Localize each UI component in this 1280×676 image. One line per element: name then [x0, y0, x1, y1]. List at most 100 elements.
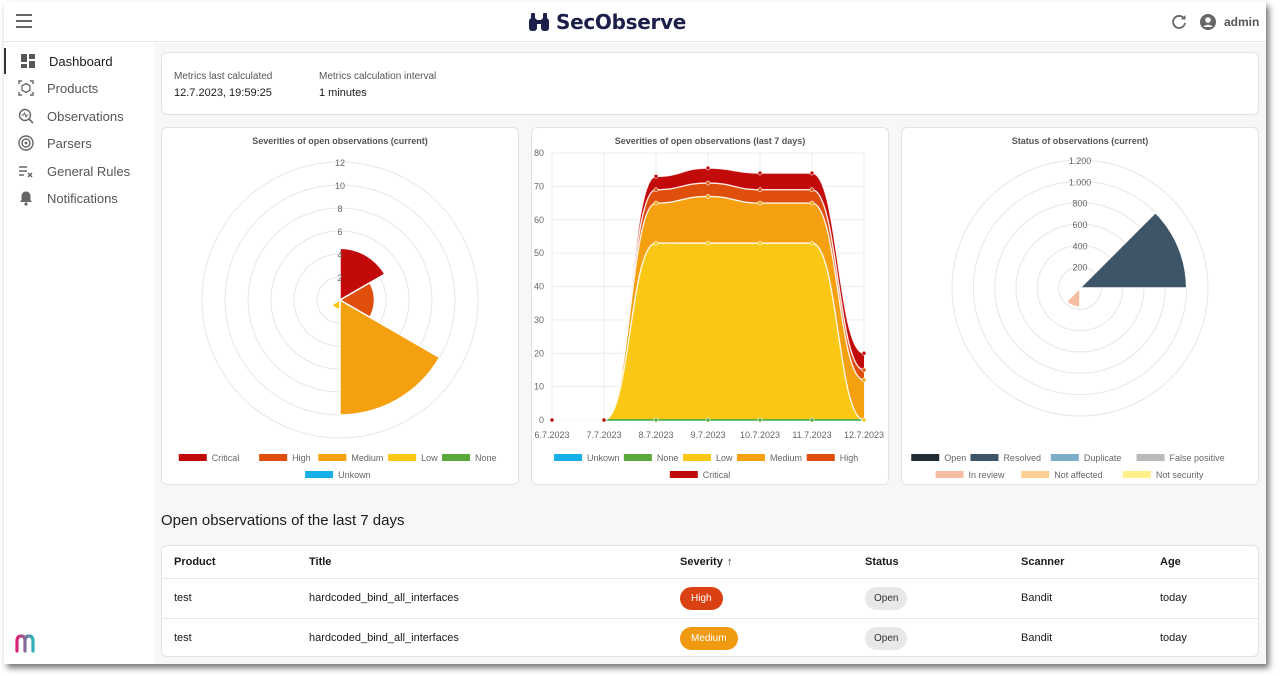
app-title: SecObserve	[556, 10, 687, 34]
radial-tick-label: 10	[335, 181, 345, 191]
column-header-severity[interactable]: Severity ↑	[668, 546, 853, 578]
app-window: SecObserve admin Dashboard Products Obse…	[4, 2, 1266, 664]
refresh-icon[interactable]	[1170, 13, 1188, 31]
table-header-row: Product Title Severity ↑ Status Scanner A…	[162, 546, 1258, 578]
radial-tick-label: 12	[335, 158, 345, 168]
severity-current-polar-chart: 2 4 6 8 10 12 Critical High Medium Low None Unkown	[178, 158, 497, 480]
slice-low	[331, 298, 341, 310]
status-current-polar-chart: 200 400 600 800 1.000 1.200 Open Resolved Duplic…	[911, 156, 1225, 480]
legend-label-high: High	[840, 453, 859, 463]
metrics-interval-value: 1 minutes	[319, 87, 367, 99]
legend-label-low: Low	[716, 453, 733, 463]
bell-icon	[20, 191, 32, 206]
sidebar-item-general-rules[interactable]: General Rules	[4, 158, 154, 184]
severity-badge: High	[680, 586, 723, 610]
point-critical	[705, 165, 711, 171]
column-header-title[interactable]: Title	[297, 546, 668, 578]
metrics-last-calculated-label: Metrics last calculated	[174, 71, 273, 82]
cell-title: hardcoded_bind_all_interfaces	[297, 577, 668, 618]
sidebar-item-products[interactable]: Products	[4, 75, 154, 101]
menu-icon[interactable]	[16, 14, 32, 28]
legend-label-none: None	[657, 453, 679, 463]
point-critical	[653, 174, 659, 179]
legend-swatch-high	[806, 454, 835, 461]
cell-age: today	[1148, 577, 1258, 618]
cell-product: test	[162, 577, 297, 618]
legend-swatch-not-affected	[1021, 471, 1050, 478]
point-medium	[861, 377, 867, 383]
legend-label-open: Open	[944, 453, 966, 463]
legend-swatch-unkown	[305, 471, 334, 478]
sidebar-item-observations[interactable]: Observations	[4, 103, 154, 129]
legend-swatch-medium	[736, 454, 765, 461]
legend-swatch-open	[911, 454, 940, 461]
point-none	[809, 417, 815, 423]
x-tick-label: 12.7.2023	[844, 430, 884, 440]
table-row[interactable]: test hardcoded_bind_all_interfaces Mediu…	[162, 617, 1258, 658]
y-tick-label: 40	[534, 282, 544, 292]
legend-label-in-review: In review	[969, 470, 1006, 480]
legend-swatch-medium	[318, 454, 347, 461]
radial-tick-label: 2	[337, 273, 342, 283]
column-header-scanner[interactable]: Scanner	[1009, 546, 1148, 578]
parsers-icon	[18, 135, 34, 151]
point-low	[757, 240, 763, 246]
legend-label-critical: Critical	[212, 453, 240, 463]
point-medium	[705, 194, 711, 199]
legend-label-not-security: Not security	[1156, 470, 1204, 480]
account-icon	[1200, 14, 1216, 30]
point-high	[809, 187, 815, 193]
y-tick-label: 80	[534, 148, 544, 158]
sidebar-item-label: Products	[47, 80, 99, 96]
cell-scanner: Bandit	[1009, 577, 1148, 618]
status-badge: Open	[865, 626, 908, 650]
x-tick-label: 7.7.2023	[586, 430, 621, 440]
sidebar-item-label: Dashboard	[49, 53, 113, 69]
severity-7days-area-chart: 0 10 20 30 40 50 60 70 80 6.7.2023 7.7.2023 8.7.202…	[534, 148, 884, 480]
legend-swatch-not-security	[1122, 471, 1151, 478]
point-none	[757, 417, 763, 423]
cell-status: Open	[853, 617, 1009, 658]
user-name: admin	[1224, 15, 1260, 29]
radial-tick-label: 800	[1072, 199, 1087, 209]
point-low	[809, 240, 815, 246]
point-medium	[757, 200, 763, 206]
column-header-product[interactable]: Product	[162, 546, 297, 578]
y-tick-label: 20	[534, 348, 544, 358]
x-tick-label: 9.7.2023	[690, 430, 725, 440]
metrics-interval-label: Metrics calculation interval	[319, 71, 437, 82]
legend-swatch-none	[442, 454, 471, 461]
section-title: Open observations of the last 7 days	[161, 512, 405, 529]
table-row[interactable]: test hardcoded_bind_all_interfaces High …	[162, 577, 1258, 618]
column-header-status[interactable]: Status	[853, 546, 1009, 578]
sidebar: Dashboard Products Observations Parsers …	[4, 43, 154, 664]
user-menu[interactable]: admin	[1199, 13, 1259, 31]
status-current-chart-card: Status of observations (current) 200 400 6…	[901, 127, 1259, 485]
radial-tick-label: 600	[1072, 220, 1087, 230]
sidebar-item-parsers[interactable]: Parsers	[4, 130, 154, 156]
point-low	[705, 240, 711, 246]
cell-title: hardcoded_bind_all_interfaces	[297, 617, 668, 658]
point-none	[653, 417, 659, 423]
legend-label-not-affected: Not affected	[1054, 470, 1102, 480]
cell-status: Open	[853, 577, 1009, 618]
column-header-age[interactable]: Age	[1148, 546, 1258, 578]
observations-table: Product Title Severity ↑ Status Scanner A…	[162, 546, 1258, 658]
legend-swatch-high	[259, 454, 288, 461]
sidebar-item-dashboard[interactable]: Dashboard	[4, 48, 154, 74]
column-header-severity-label: Severity	[680, 555, 723, 568]
point-critical	[601, 417, 607, 423]
y-tick-label: 60	[534, 215, 544, 225]
severity-7days-chart-card: Severities of open observations (last 7 …	[531, 127, 889, 485]
sidebar-item-notifications[interactable]: Notifications	[4, 185, 154, 211]
cell-scanner: Bandit	[1009, 617, 1148, 658]
legend-label-low: Low	[421, 453, 438, 463]
point-high	[653, 187, 659, 193]
radial-tick-label: 1.000	[1069, 177, 1092, 187]
point-critical	[549, 417, 555, 423]
radial-tick-label: 400	[1072, 241, 1087, 251]
legend-swatch-resolved	[970, 454, 999, 461]
legend-swatch-critical	[669, 471, 698, 478]
cell-product: test	[162, 617, 297, 658]
radial-tick-label: 4	[337, 250, 342, 260]
